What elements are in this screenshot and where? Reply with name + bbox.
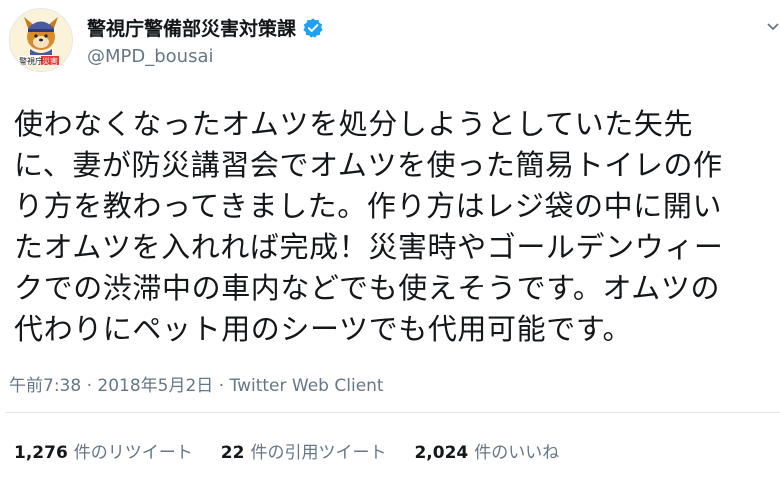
likes-label: 件のいいね bbox=[474, 443, 560, 463]
stats-divider bbox=[6, 412, 780, 413]
verified-badge-icon bbox=[303, 17, 323, 38]
tweet-client[interactable]: Twitter Web Client bbox=[230, 376, 384, 396]
author-avatar[interactable]: 警視庁 災害 bbox=[9, 8, 73, 72]
chevron-down-icon[interactable] bbox=[766, 20, 780, 34]
tweet-meta: 午前7:38 · 2018年5月2日 · Twitter Web Client bbox=[9, 371, 384, 396]
tweet-time[interactable]: 午前7:38 bbox=[9, 376, 81, 396]
likes-count: 2,024 bbox=[414, 443, 469, 463]
retweets-count: 1,276 bbox=[14, 443, 68, 463]
tweet-date[interactable]: 2018年5月2日 bbox=[97, 376, 213, 396]
tweet-text: 使わなくなったオムツを処分しようとしていた矢先 に、妻が防災講習会でオムツを使っ… bbox=[14, 107, 724, 346]
retweets-stat[interactable]: 1,276 件のリツイート bbox=[14, 438, 193, 463]
retweets-label: 件のリツイート bbox=[73, 443, 193, 463]
author-handle[interactable]: @MPD_bousai bbox=[87, 46, 214, 67]
author-name-row: 警視庁警備部災害対策課 bbox=[87, 14, 324, 41]
quotes-stat[interactable]: 22 件の引用ツイート bbox=[221, 438, 387, 463]
meta-separator: · bbox=[86, 376, 98, 396]
dog-mascot-avatar-icon: 警視庁 災害 bbox=[18, 17, 59, 66]
quotes-count: 22 bbox=[220, 443, 245, 463]
quotes-label: 件の引用ツイート bbox=[250, 443, 387, 463]
avatar-caption-right: 災害 bbox=[42, 56, 58, 66]
avatar-caption-left: 警視庁 bbox=[19, 56, 43, 66]
meta-separator: · bbox=[218, 376, 230, 396]
likes-stat[interactable]: 2,024 件のいいね bbox=[414, 438, 559, 463]
tweet-card: 警視庁 災害 警視庁警備部災害対策課 @MPD_bousai 使わなくなったオム… bbox=[0, 0, 780, 482]
author-display-name[interactable]: 警視庁警備部災害対策課 bbox=[87, 14, 296, 41]
tweet-stats: 1,276 件のリツイート 22 件の引用ツイート 2,024 件のいいね bbox=[14, 438, 587, 463]
